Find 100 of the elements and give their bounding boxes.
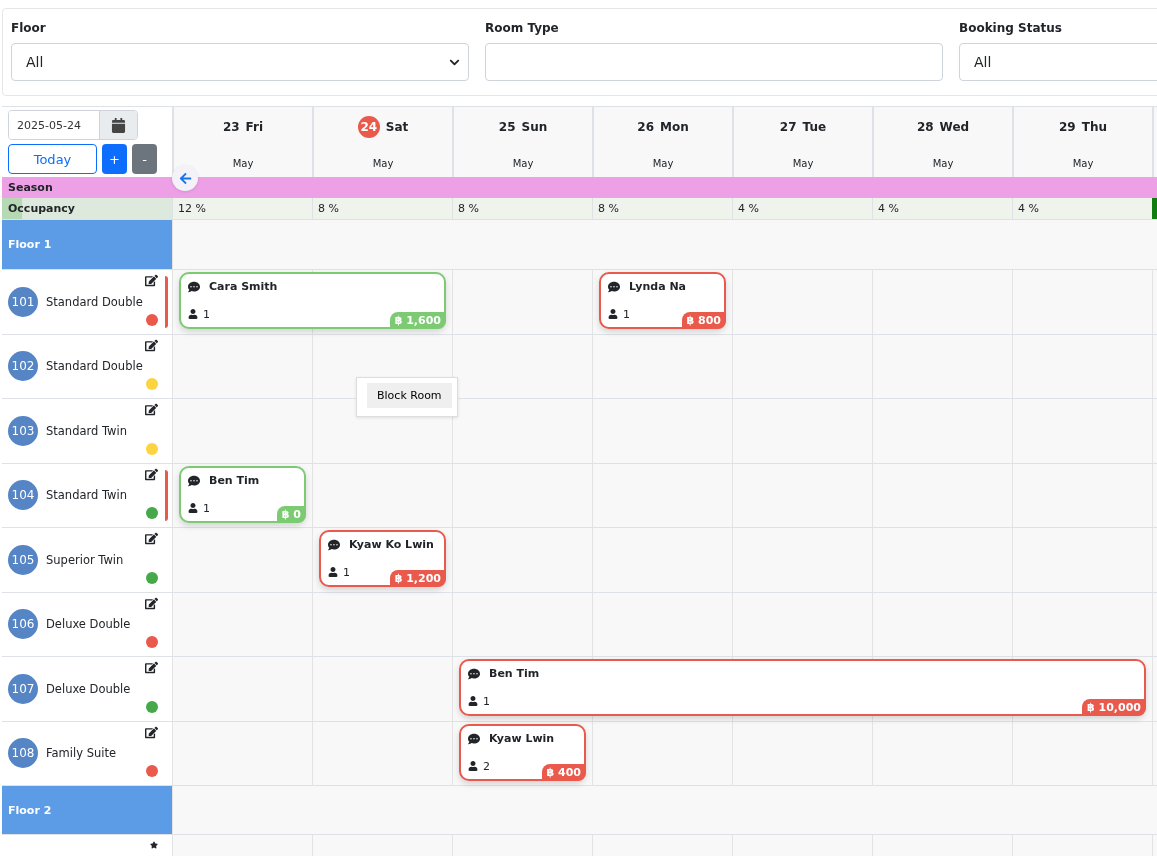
weekday: Mon [660,120,689,134]
room-type: Deluxe Double [46,681,131,696]
room-number: 102 [8,351,38,382]
booking-card[interactable]: Lynda Na 1 ฿ 800 [599,272,726,329]
room-number: 107 [8,673,38,704]
weekday: Sun [521,120,548,134]
menu-item[interactable]: Block Room [367,383,452,408]
room-type: Standard Double [46,359,143,374]
day-number: 27 [779,120,797,134]
edit-icon[interactable] [145,338,158,352]
occupancy-value: 8 % [592,198,732,219]
price-badge: ฿ 400 [541,763,586,781]
guest-name: Kyaw Ko Lwin [349,538,434,551]
price-badge: ฿ 800 [681,312,726,329]
month-label: May [932,158,954,169]
edit-icon[interactable] [145,532,158,545]
room-number: 103 [8,415,38,446]
input-field[interactable] [485,43,943,81]
room-type: Deluxe Double [46,617,131,632]
room-type: Superior Twin [46,552,124,567]
user-icon [468,760,478,771]
floor-header: Floor 1 [2,220,172,269]
guest-name: Ben Tim [209,473,260,487]
guest-name: Cara Smith [209,280,278,293]
price-badge: ฿ 0 [276,505,306,523]
room-number: 108 [8,738,38,769]
room-type: Standard Double [46,294,143,309]
select-field[interactable]: All [959,43,1157,81]
today-badge: 24 [357,116,380,138]
month-label: May [232,158,254,169]
guest-count: 1 [203,501,210,515]
price-badge: ฿ 1,200 [389,570,446,587]
arrow-left-icon [178,171,192,185]
guest-count: 1 [623,308,630,321]
day-number: 23 [222,120,240,134]
weekday: Tue [802,120,827,134]
guest-name: Ben Tim [489,667,540,680]
room-number: 104 [8,480,38,511]
date-field[interactable]: 2025-05-24 [8,110,138,140]
comment-icon [608,281,620,293]
guest-count: 1 [483,695,490,708]
guest-name: Kyaw Lwin [489,731,555,745]
select-field[interactable]: All [11,43,469,81]
occupancy-value: 4 % [1012,198,1152,219]
weekday: Sat [385,120,409,134]
day-number: 26 [637,120,654,134]
occupancy-marker [1152,198,1157,219]
comment-icon [328,539,340,551]
calendar-button[interactable] [99,111,137,139]
booking-card[interactable]: Cara Smith 1 ฿ 1,600 [179,272,446,329]
user-icon [188,502,198,513]
month-label: May [652,158,674,169]
booking-card[interactable]: Kyaw Lwin 2 ฿ 400 [459,723,586,781]
edit-icon[interactable] [145,274,158,287]
comment-icon [468,732,480,745]
occupancy-value: 8 % [312,198,452,219]
room-number: 105 [8,544,38,575]
room-number: 106 [8,609,38,640]
day-number: 28 [916,120,934,134]
floor-header: Floor 2 [2,786,172,834]
edit-icon[interactable] [145,596,158,610]
day-number: 29 [1059,120,1076,134]
room-number: 101 [8,286,38,317]
edit-icon[interactable] [145,467,158,481]
comment-icon [188,474,200,487]
filter-label: Floor [11,21,47,35]
season-label: Season [8,180,53,194]
room-type: Standard Twin [46,488,127,503]
occupancy-value: 8 % [452,198,592,219]
user-icon [608,309,618,319]
star-icon [150,841,158,849]
price-badge: ฿ 1,600 [389,312,446,329]
day-number: 25 [498,120,516,134]
occupancy-label: Occupancy [8,202,76,215]
weekday: Thu [1081,120,1107,134]
guest-count: 1 [343,566,350,579]
occupancy-value: 12 % [172,198,312,219]
month-label: May [512,158,534,169]
calendar-icon [111,117,126,133]
room-type: Standard Twin [46,423,127,438]
guest-name: Lynda Na [629,280,687,293]
filter-label: Room Type [485,21,560,35]
weekday: Fri [245,120,264,134]
comment-icon [188,281,200,293]
guest-count: 2 [483,759,490,773]
month-label: May [1072,158,1094,169]
user-icon [188,309,198,319]
month-label: May [372,158,394,169]
edit-icon[interactable] [145,403,158,416]
booking-card[interactable]: Kyaw Ko Lwin 1 ฿ 1,200 [319,530,446,587]
comment-icon [468,668,480,680]
booking-card[interactable]: Ben Tim 1 ฿ 0 [179,465,306,523]
edit-icon[interactable] [145,725,158,739]
booking-card[interactable]: Ben Tim 1 ฿ 10,000 [459,659,1146,716]
weekday: Wed [939,120,970,134]
month-label: May [792,158,814,169]
zoom-out-button[interactable]: - [132,144,157,174]
today-button[interactable]: Today [8,144,97,174]
zoom-in-button[interactable]: + [102,144,127,174]
edit-icon[interactable] [145,661,158,674]
